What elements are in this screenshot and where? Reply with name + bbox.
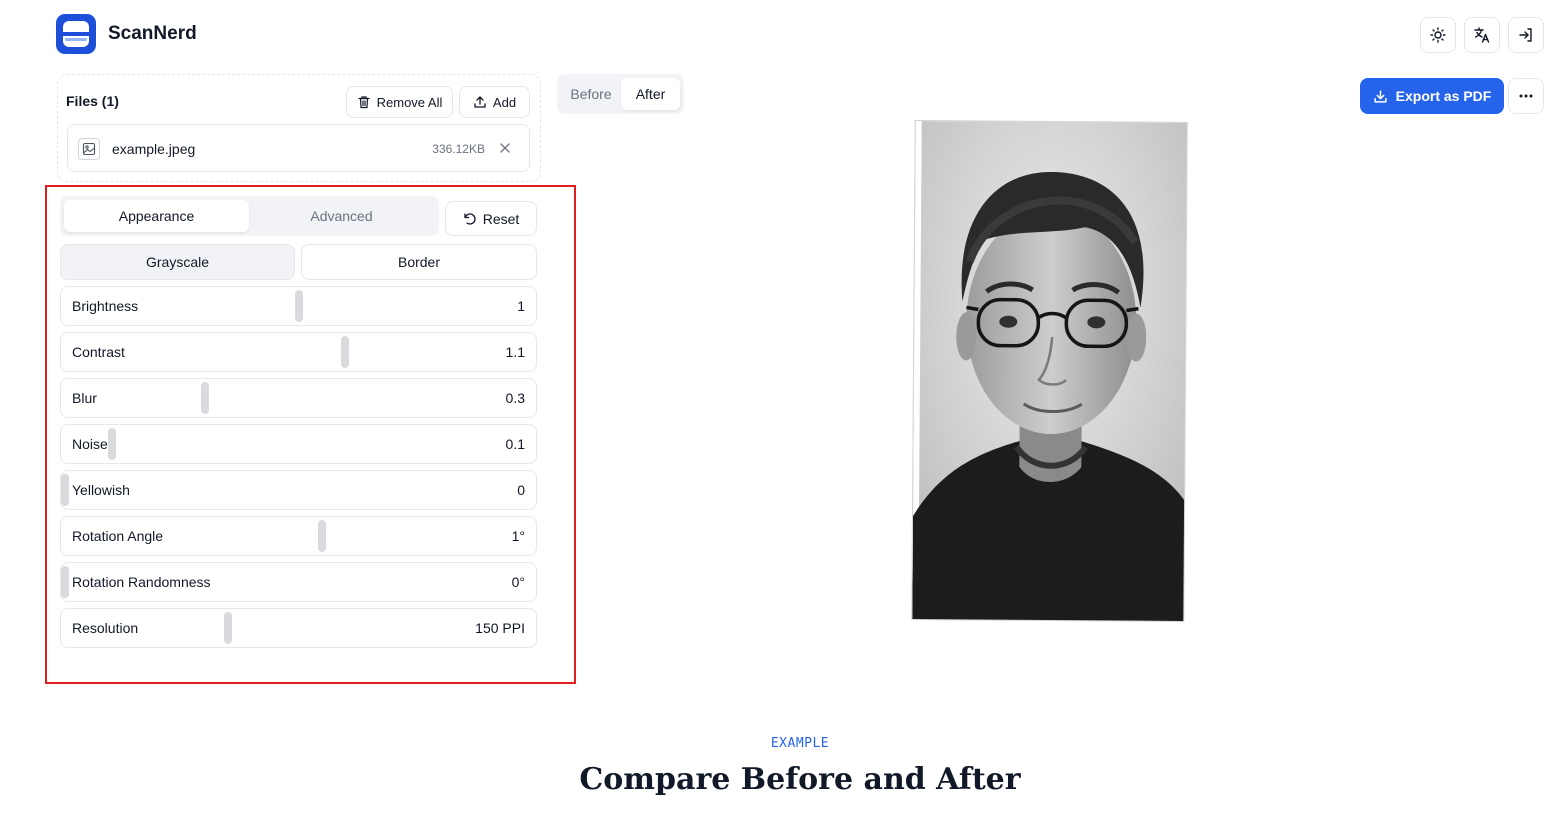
slider-label: Rotation Angle [72,528,164,544]
resolution-slider[interactable]: Resolution 150 PPI [60,608,537,648]
slider-thumb[interactable] [61,566,69,598]
remove-all-button[interactable]: Remove All [346,86,453,118]
noise-slider[interactable]: Noise 0.1 [60,424,537,464]
border-mode-button[interactable]: Border [301,244,537,280]
after-option[interactable]: After [621,78,680,110]
file-item[interactable]: example.jpeg 336.12KB [67,124,530,172]
reset-button[interactable]: Reset [445,201,537,236]
portrait-photo [912,121,1188,622]
reset-label: Reset [482,210,520,227]
language-button[interactable] [1464,17,1500,53]
slider-value: 0.1 [505,436,525,452]
close-icon [500,143,510,153]
slider-value: 0° [511,574,525,590]
login-icon [1519,28,1532,42]
slider-label: Rotation Randomness [72,574,211,590]
export-label: Export as PDF [1395,88,1492,104]
slider-value: 1.1 [505,344,525,360]
remove-all-label: Remove All [376,94,443,110]
slider-thumb[interactable] [224,612,232,644]
slider-thumb[interactable] [201,382,209,414]
remove-file-button[interactable] [495,138,515,158]
files-title: Files (1) [66,93,119,109]
slider-thumb[interactable] [295,290,303,322]
slider-thumb[interactable] [61,474,69,506]
blur-slider[interactable]: Blur 0.3 [60,378,537,418]
trash-icon [358,96,370,109]
more-options-button[interactable] [1508,78,1544,114]
slider-label: Noise [72,436,108,452]
slider-thumb[interactable] [108,428,116,460]
grayscale-mode-button[interactable]: Grayscale [60,244,295,280]
slider-value: 150 PPI [475,620,525,636]
add-label: Add [492,94,517,110]
slider-value: 1° [511,528,525,544]
sun-icon [1430,27,1446,43]
add-file-button[interactable]: Add [459,86,530,118]
scanner-logo-icon[interactable] [56,14,96,54]
settings-tabs: Appearance Advanced [60,196,439,236]
rotation-angle-slider[interactable]: Rotation Angle 1° [60,516,537,556]
more-horizontal-icon [1519,94,1533,98]
upload-icon [474,96,486,108]
undo-icon [464,212,476,225]
slider-value: 0 [517,482,525,498]
slider-label: Contrast [72,344,125,360]
image-file-icon [78,138,100,160]
slider-thumb[interactable] [341,336,349,368]
tab-advanced[interactable]: Advanced [249,200,434,232]
rotation-randomness-slider[interactable]: Rotation Randomness 0° [60,562,537,602]
slider-label: Resolution [72,620,139,636]
login-button[interactable] [1508,17,1544,53]
before-option[interactable]: Before [561,78,621,110]
translate-icon [1474,27,1490,43]
brightness-slider[interactable]: Brightness 1 [60,286,537,326]
slider-value: 0.3 [505,390,525,406]
slider-thumb[interactable] [318,520,326,552]
app-header: ScanNerd [0,0,1563,68]
download-icon [1374,89,1387,103]
file-name: example.jpeg [112,141,196,157]
slider-value: 1 [517,298,525,314]
before-after-toggle: Before After [557,74,684,114]
slider-label: Yellowish [72,482,130,498]
app-title: ScanNerd [108,23,197,44]
slider-label: Blur [72,390,97,406]
yellowish-slider[interactable]: Yellowish 0 [60,470,537,510]
file-size: 336.12KB [432,142,485,156]
theme-toggle-button[interactable] [1420,17,1456,53]
export-pdf-button[interactable]: Export as PDF [1360,78,1504,114]
tab-appearance[interactable]: Appearance [64,200,249,232]
scanned-photo-preview [911,120,1188,622]
slider-label: Brightness [72,298,139,314]
contrast-slider[interactable]: Contrast 1.1 [60,332,537,372]
section-eyebrow: EXAMPLE [770,736,830,751]
section-title: Compare Before and After [579,762,1021,797]
